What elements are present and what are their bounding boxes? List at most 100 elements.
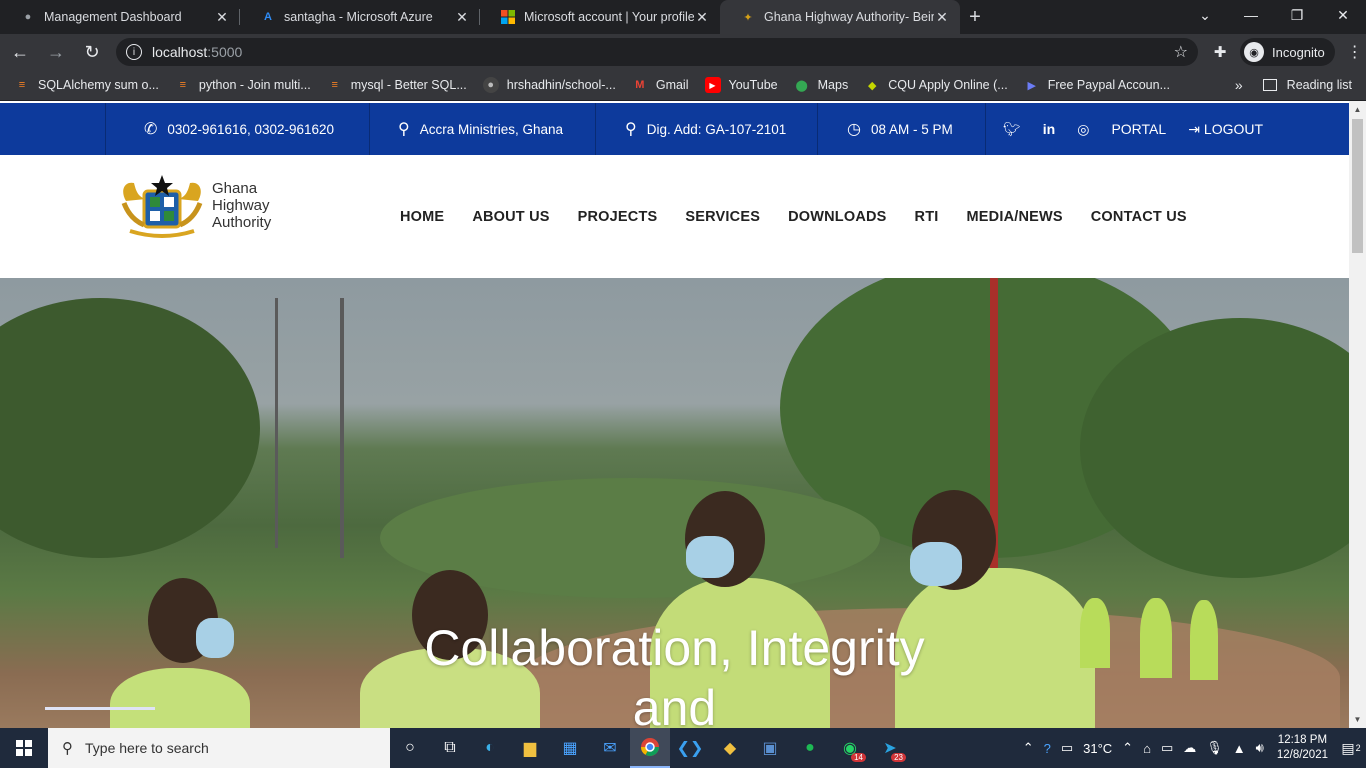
restore-button[interactable]: ❐: [1274, 0, 1320, 30]
volume-icon[interactable]: 🔊︎: [1256, 740, 1264, 756]
bookmark-item[interactable]: ≡ python - Join multi...: [175, 77, 311, 93]
map-pin-icon: ⚲: [625, 121, 637, 138]
bookmark-label: YouTube: [728, 78, 778, 92]
taskbar-clock[interactable]: 12:18 PM 12/8/2021: [1277, 733, 1328, 763]
extensions-puzzle-icon[interactable]: ✚: [1204, 43, 1236, 61]
nav-about-us[interactable]: ABOUT US: [472, 209, 549, 225]
edge-icon[interactable]: ◐: [470, 728, 510, 768]
close-tab-icon[interactable]: ✕: [694, 9, 710, 26]
reload-button[interactable]: ↻: [76, 36, 108, 68]
vscode-icon[interactable]: ❮❯: [670, 728, 710, 768]
telegram-icon[interactable]: ➤ 23: [870, 728, 910, 768]
show-hidden-icons[interactable]: ⌃: [1122, 740, 1133, 756]
linkedin-icon[interactable]: in: [1043, 121, 1055, 137]
nav-projects[interactable]: PROJECTS: [578, 209, 658, 225]
bookmark-item[interactable]: M Gmail: [632, 77, 688, 93]
site-logo[interactable]: Ghana Highway Authority: [116, 171, 271, 239]
new-tab-button[interactable]: +: [960, 0, 990, 34]
browser-toolbar: ← → ↻ i localhost:5000 ☆ ✚ ◉ Incognito ⋮: [0, 34, 1366, 70]
chrome-icon[interactable]: [630, 728, 670, 768]
temperature[interactable]: 31°C: [1083, 741, 1112, 756]
tab-azure[interactable]: A santagha - Microsoft Azure ✕: [240, 0, 480, 34]
network-icon[interactable]: ⌂: [1143, 741, 1151, 756]
notification-count: 2: [1355, 743, 1361, 753]
scrollbar-thumb[interactable]: [1352, 119, 1363, 253]
whatsapp-badge: 14: [851, 753, 866, 762]
task-view-icon[interactable]: ⧉: [430, 728, 470, 768]
spotify-icon[interactable]: ●: [790, 728, 830, 768]
nav-home[interactable]: HOME: [400, 209, 444, 225]
microphone-icon[interactable]: 🎙︎: [1206, 740, 1223, 756]
page-scrollbar[interactable]: ▲ ▼: [1349, 101, 1366, 728]
close-tab-icon[interactable]: ✕: [214, 9, 230, 26]
nav-contact-us[interactable]: CONTACT US: [1091, 209, 1187, 225]
tab-management-dashboard[interactable]: ● Management Dashboard ✕: [0, 0, 240, 34]
incognito-icon: ◉: [1244, 42, 1264, 62]
notification-center-icon[interactable]: ▤ 2: [1336, 728, 1366, 768]
browser-menu-icon[interactable]: ⋮: [1347, 42, 1363, 62]
git-icon[interactable]: ◆: [710, 728, 750, 768]
logo-text: Ghana Highway Authority: [212, 180, 271, 231]
twitter-icon[interactable]: 🐦︎: [1003, 121, 1021, 138]
nav-downloads[interactable]: DOWNLOADS: [788, 209, 886, 225]
wifi-icon[interactable]: ▲: [1233, 741, 1246, 756]
divider: [985, 103, 986, 155]
nav-services[interactable]: SERVICES: [685, 209, 760, 225]
close-tab-icon[interactable]: ✕: [934, 9, 950, 26]
cortana-icon[interactable]: ○: [390, 728, 430, 768]
windows-logo-icon: [16, 740, 32, 756]
address-bar[interactable]: i localhost:5000 ☆: [116, 38, 1198, 66]
mysql-workbench-icon[interactable]: ▣: [750, 728, 790, 768]
hero-slide-indicator[interactable]: [45, 707, 155, 710]
map-pin-icon: ⚲: [398, 121, 410, 138]
nav-rti[interactable]: RTI: [915, 209, 939, 225]
bookmark-item[interactable]: ▶ Free Paypal Accoun...: [1024, 77, 1170, 93]
nav-media-news[interactable]: MEDIA/NEWS: [967, 209, 1063, 225]
hero-banner: Collaboration, Integrity and: [0, 278, 1349, 728]
bookmark-item[interactable]: ◆ CQU Apply Online (...: [864, 77, 1008, 93]
weather-icon[interactable]: ▭: [1061, 740, 1073, 756]
url-host: localhost: [152, 44, 208, 60]
whatsapp-icon[interactable]: ◉ 14: [830, 728, 870, 768]
start-button[interactable]: [0, 728, 48, 768]
bookmark-star-icon[interactable]: ☆: [1174, 42, 1188, 62]
reading-list-icon: [1262, 79, 1277, 91]
hero-headline-line: Collaboration, Integrity: [424, 620, 925, 676]
bookmark-item[interactable]: ● hrshadhin/school-...: [482, 77, 616, 93]
bookmark-label: Maps: [817, 78, 849, 92]
instagram-icon[interactable]: ◎: [1077, 121, 1089, 138]
forward-button[interactable]: →: [40, 36, 72, 68]
file-explorer-icon[interactable]: ▆: [510, 728, 550, 768]
tab-microsoft-account[interactable]: Microsoft account | Your profile ✕: [480, 0, 720, 34]
mail-icon[interactable]: ✉: [590, 728, 630, 768]
logout-link[interactable]: LOGOUT: [1204, 121, 1263, 137]
minimize-button[interactable]: —: [1228, 0, 1274, 30]
battery-icon[interactable]: ▭: [1161, 740, 1173, 756]
store-icon[interactable]: ▦: [550, 728, 590, 768]
bookmark-item[interactable]: ≡ SQLAlchemy sum o...: [14, 77, 159, 93]
back-button[interactable]: ←: [4, 36, 36, 68]
reading-list-button[interactable]: Reading list: [1287, 78, 1352, 92]
portal-link[interactable]: PORTAL: [1111, 121, 1166, 137]
microsoft-icon: [500, 9, 516, 25]
close-window-button[interactable]: ✕: [1320, 0, 1366, 30]
tab-ghana-highway[interactable]: ✦ Ghana Highway Authority- Being ✕: [720, 0, 960, 34]
more-bookmarks-icon[interactable]: »: [1235, 77, 1243, 93]
bookmark-item[interactable]: ≡ mysql - Better SQL...: [327, 77, 467, 93]
incognito-profile-button[interactable]: ◉ Incognito: [1240, 38, 1335, 66]
site-info-icon[interactable]: i: [126, 44, 142, 60]
logout-icon[interactable]: ⇥: [1188, 121, 1200, 138]
onedrive-icon[interactable]: ☁: [1183, 740, 1196, 756]
close-tab-icon[interactable]: ✕: [454, 9, 470, 26]
bookmark-item[interactable]: ▶ YouTube: [704, 77, 778, 93]
scroll-down-icon[interactable]: ▼: [1349, 711, 1366, 728]
taskbar-search[interactable]: ⚲ Type here to search: [48, 728, 390, 768]
bookmark-item[interactable]: ⬤ Maps: [794, 77, 849, 93]
tab-search-icon[interactable]: ⌄: [1182, 0, 1228, 30]
scroll-up-icon[interactable]: ▲: [1349, 101, 1366, 118]
tray-overflow-icon[interactable]: ⌃: [1023, 740, 1034, 756]
hero-worker: [910, 542, 962, 586]
ghana-crest-icon: ✦: [743, 11, 753, 24]
globe-icon: ●: [24, 11, 32, 23]
help-icon[interactable]: ?: [1044, 741, 1051, 756]
